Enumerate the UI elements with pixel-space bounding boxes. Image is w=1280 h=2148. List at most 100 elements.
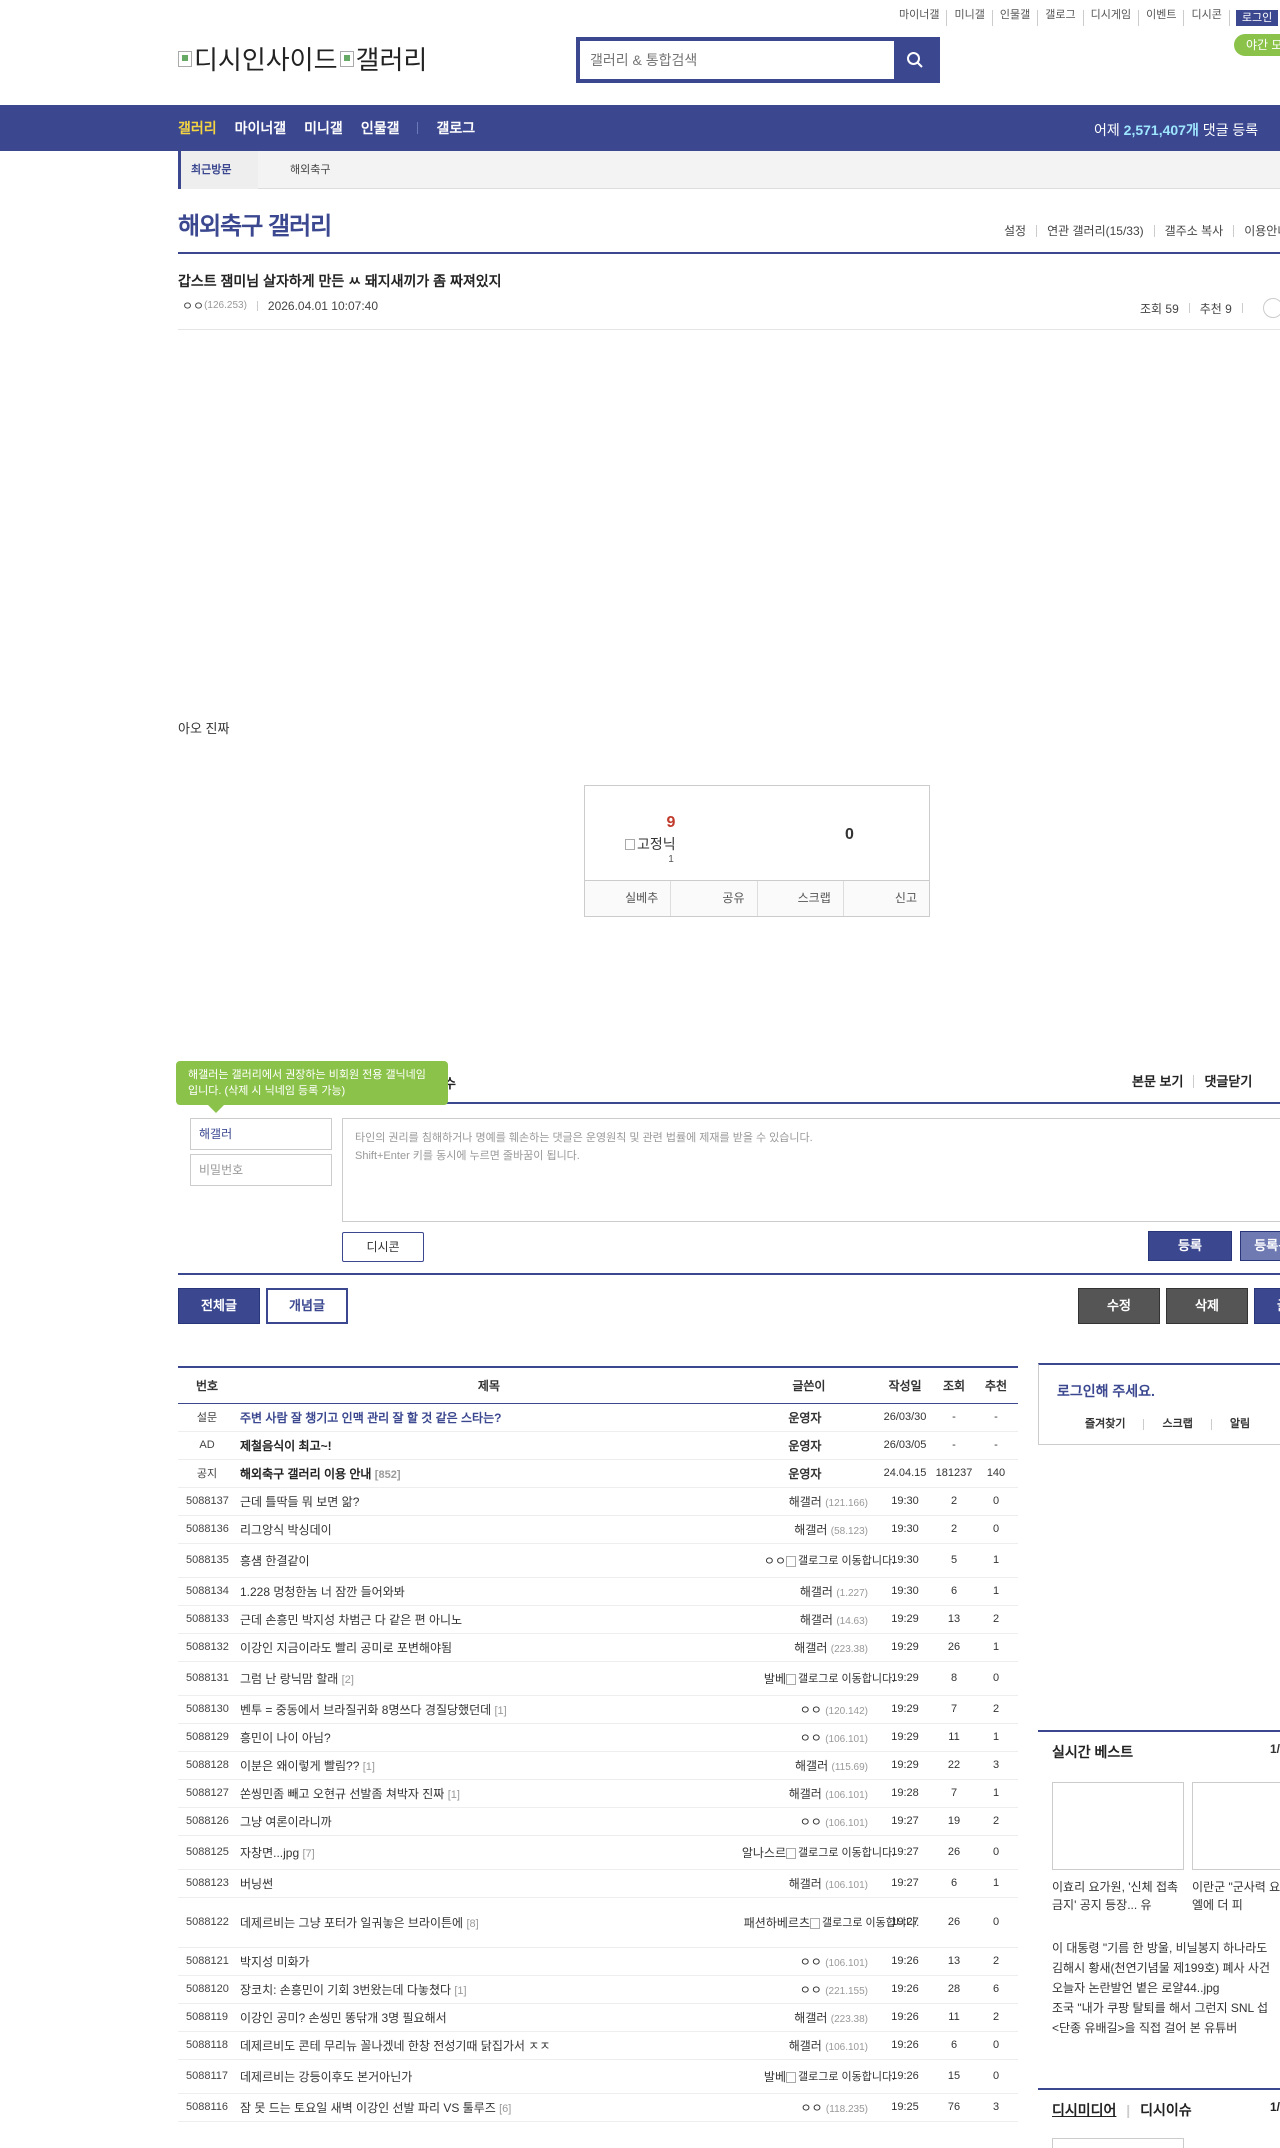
post-title-link[interactable]: 데제르비는 그냥 포터가 일궈놓은 브라이튼에 <box>240 1916 463 1930</box>
util-link-game[interactable]: 디시게임 <box>1084 10 1140 26</box>
reply-count[interactable]: [7] <box>302 1848 314 1860</box>
post-title-link[interactable]: 제철음식이 최고~! <box>240 1439 332 1453</box>
more-button[interactable] <box>1262 298 1280 318</box>
post-title-link[interactable]: 이강인 공미? 손씽민 똥닦개 3명 필요해서 <box>240 2011 447 2025</box>
post-title-cell[interactable]: 데제르비도 콘테 무리뉴 꼴나겠네 한창 전성기때 닭집가서 ㅈㅈ <box>236 2031 742 2060</box>
table-row[interactable]: 5088134 1.228 멍청한놈 너 잠깐 들어와봐 해갤러 (1.227) 19… <box>178 1577 1018 1606</box>
writer-nick[interactable]: 해갤러 <box>789 1877 822 1891</box>
util-link-person[interactable]: 인물갤 <box>993 10 1039 26</box>
util-link-minor[interactable]: 마이너갤 <box>892 10 948 26</box>
reply-count[interactable]: [2] <box>342 1674 354 1686</box>
util-link-dccon[interactable]: 디시콘 <box>1184 10 1230 26</box>
reply-count[interactable]: [8] <box>466 1918 478 1930</box>
table-row[interactable]: 설문 주변 사람 잘 챙기고 인맥 관리 잘 할 것 같은 스타는? 운영자 26/0… <box>178 1403 1018 1432</box>
reply-count[interactable]: [1] <box>454 1985 466 1997</box>
writer-nick[interactable]: 해갤러 <box>789 1787 822 1801</box>
reply-count[interactable]: [1] <box>448 1789 460 1801</box>
comment-submit-button[interactable]: 등록 <box>1148 1231 1232 1261</box>
writer-nick[interactable]: ㅇㅇ <box>764 1554 786 1568</box>
post-title-link[interactable]: 근데 틀딱들 뭐 보면 앎? <box>240 1495 359 1509</box>
post-title-link[interactable]: 해외축구 갤러리 이용 안내 <box>240 1467 371 1481</box>
writer-nick[interactable]: 해갤러 <box>800 1585 833 1599</box>
media-thumbnail[interactable] <box>1052 2138 1184 2148</box>
view-body-button[interactable]: 본문 보기 <box>1122 1075 1193 1088</box>
all-posts-button[interactable]: 전체글 <box>178 1288 260 1324</box>
login-prompt[interactable]: 로그인해 주세요. <box>1057 1381 1155 1401</box>
post-title-link[interactable]: 그럼 난 랑닉맘 할래 <box>240 1672 338 1686</box>
writer-nick[interactable]: 해갤러 <box>800 1613 833 1627</box>
reply-count[interactable]: [1] <box>363 1761 375 1773</box>
table-row[interactable]: 5088136 리그앙식 박싱데이 해갤러 (58.123) 19:30 2 0 <box>178 1515 1018 1544</box>
table-row[interactable]: 5088126 그냥 여론이라니까 ㅇㅇ (106.101) 19:27 19 2 <box>178 1807 1018 1836</box>
writer-nick[interactable]: ㅇㅇ <box>800 1983 822 1997</box>
post-title-cell[interactable]: 흥섐 한결같이 <box>236 1543 742 1578</box>
nav-gallery[interactable]: 갤러리 <box>178 118 217 138</box>
best-thumbnail-caption[interactable]: 이란군 "군사력 요 이스라엘에 더 피 <box>1192 1878 1280 1914</box>
reply-count[interactable]: [852] <box>375 1469 401 1481</box>
writer-nick[interactable]: 운영자 <box>788 1411 821 1425</box>
post-title-cell[interactable]: 버닝썬 <box>236 1869 742 1898</box>
post-title-link[interactable]: 이강인 지금이라도 빨리 공미로 포변해야됨 <box>240 1641 452 1655</box>
dccon-button[interactable]: 디시콘 <box>342 1232 424 1262</box>
nickname-field[interactable]: 해갤러 <box>190 1118 332 1150</box>
option-guide[interactable]: 이용안내 <box>1233 225 1280 237</box>
post-title-link[interactable]: 흥섐 한결같이 <box>240 1554 310 1568</box>
best-thumbnail[interactable] <box>1192 1782 1280 1870</box>
post-title-cell[interactable]: 데제르비는 강등이후도 본거아닌가 <box>236 2059 742 2094</box>
reply-count[interactable]: [6] <box>499 2103 511 2115</box>
post-title-link[interactable]: 자창면...jpg <box>240 1846 299 1860</box>
post-title-cell[interactable]: 그럼 난 랑닉맘 할래 [2] <box>236 1661 742 1696</box>
delete-button[interactable]: 삭제 <box>1166 1288 1248 1324</box>
share-button[interactable]: 공유 <box>670 881 756 916</box>
post-title-cell[interactable]: 벤투 = 중동에서 브라질귀화 8명쓰다 경질당했던데 [1] <box>236 1695 742 1724</box>
best-list-item[interactable]: 이 대통령 "기름 한 방울, 비닐봉지 하나라도 <box>1052 1938 1270 1958</box>
gallog-link[interactable]: 갤로그로 이동합니다. <box>786 2070 895 2084</box>
post-title-link[interactable]: 박지성 미화가 <box>240 1955 310 1969</box>
search-button[interactable] <box>894 41 936 79</box>
post-title-cell[interactable]: 리그앙식 박싱데이 <box>236 1515 742 1544</box>
recommend-up-count[interactable]: 9 <box>651 814 691 832</box>
post-title-link[interactable]: 데제르비도 콘테 무리뉴 꼴나겠네 한창 전성기때 닭집가서 ㅈㅈ <box>240 2039 550 2053</box>
table-row[interactable]: 5088135 흥섐 한결같이 ㅇㅇ 갤로그로 이동합니다. 19:30 5 1 <box>178 1543 1018 1578</box>
table-row[interactable]: 5088122 데제르비는 그냥 포터가 일궈놓은 브라이튼에 [8] 패션하베르츠… <box>178 1897 1018 1948</box>
gallery-title[interactable]: 해외축구 갤러리 <box>178 206 332 241</box>
tab-dc-issue[interactable]: 디시이슈 <box>1140 2102 1192 2118</box>
table-row[interactable]: 5088127 쏜씽민좀 빼고 오현규 선발좀 쳐박자 진짜 [1] 해갤러 (10… <box>178 1779 1018 1808</box>
post-title-cell[interactable]: 흥민이 나이 아님? <box>236 1723 742 1752</box>
writer-nick[interactable]: 알나스르 <box>742 1846 786 1860</box>
writer-nick[interactable]: ㅇㅇ <box>800 2101 822 2115</box>
post-title-cell[interactable]: 박지성 미화가 <box>236 1947 742 1976</box>
nav-person[interactable]: 인물갤 <box>361 118 400 138</box>
option-settings[interactable]: 설정 <box>994 225 1036 237</box>
edit-button[interactable]: 수정 <box>1078 1288 1160 1324</box>
writer-nick[interactable]: 운영자 <box>788 1467 821 1481</box>
login-button[interactable]: 로그인 <box>1235 10 1279 26</box>
post-title-cell[interactable]: 데제르비는 그냥 포터가 일궈놓은 브라이튼에 [8] <box>236 1897 742 1948</box>
post-title-link[interactable]: 리그앙식 박싱데이 <box>240 1523 332 1537</box>
writer-nick[interactable]: 운영자 <box>788 1439 821 1453</box>
gallog-link[interactable]: 갤로그로 이동합니다. <box>786 1846 895 1860</box>
post-title-cell[interactable]: 잠 못 드는 토요일 새벽 이강인 선발 파리 VS 툴루즈 [6] <box>236 2093 742 2122</box>
best-list-item[interactable]: 오늘자 논란발언 볕은 로얄44..jpg <box>1052 1978 1270 1998</box>
scrap-link[interactable]: 스크랩 <box>1143 1419 1210 1430</box>
table-row[interactable]: 5088130 벤투 = 중동에서 브라질귀화 8명쓰다 경질당했던데 [1] ㅇㅇ… <box>178 1695 1018 1724</box>
best-recommend-button[interactable]: 실베추 <box>585 881 670 916</box>
post-title-link[interactable]: 그냥 여론이라니까 <box>240 1815 332 1829</box>
best-thumbnail[interactable] <box>1052 1782 1184 1870</box>
table-row[interactable]: 5088125 자창면...jpg [7] 알나스르 갤로그로 이동합니다. 19:27… <box>178 1835 1018 1870</box>
table-row[interactable]: 5088123 버닝썬 해갤러 (106.101) 19:27 6 1 <box>178 1869 1018 1898</box>
search-input[interactable] <box>580 41 894 79</box>
post-title-cell[interactable]: 1.228 멍청한놈 너 잠깐 들어와봐 <box>236 1577 742 1606</box>
writer-nick[interactable]: ㅇㅇ <box>800 1703 822 1717</box>
writer-nick[interactable]: 패션하베르츠 <box>744 1916 810 1930</box>
table-row[interactable]: 5088129 흥민이 나이 아님? ㅇㅇ (106.101) 19:29 11 1 <box>178 1723 1018 1752</box>
util-link-event[interactable]: 이벤트 <box>1139 10 1185 26</box>
table-row[interactable]: 5088118 데제르비도 콘테 무리뉴 꼴나겠네 한창 전성기때 닭집가서 ㅈㅈ… <box>178 2031 1018 2060</box>
post-title-cell[interactable]: 제철음식이 최고~! <box>236 1431 742 1460</box>
post-title-cell[interactable]: 이강인 지금이라도 빨리 공미로 포변해야됨 <box>236 1633 742 1662</box>
post-title-link[interactable]: 쏜씽민좀 빼고 오현규 선발좀 쳐박자 진짜 <box>240 1787 444 1801</box>
post-title-link[interactable]: 근데 손흥민 박지성 차범근 다 같은 편 아니노 <box>240 1613 462 1627</box>
post-title-link[interactable]: 주변 사람 잘 챙기고 인맥 관리 잘 할 것 같은 스타는? <box>240 1411 501 1425</box>
writer-nick[interactable]: 해갤러 <box>789 1495 822 1509</box>
concept-posts-button[interactable]: 개념글 <box>266 1288 348 1324</box>
